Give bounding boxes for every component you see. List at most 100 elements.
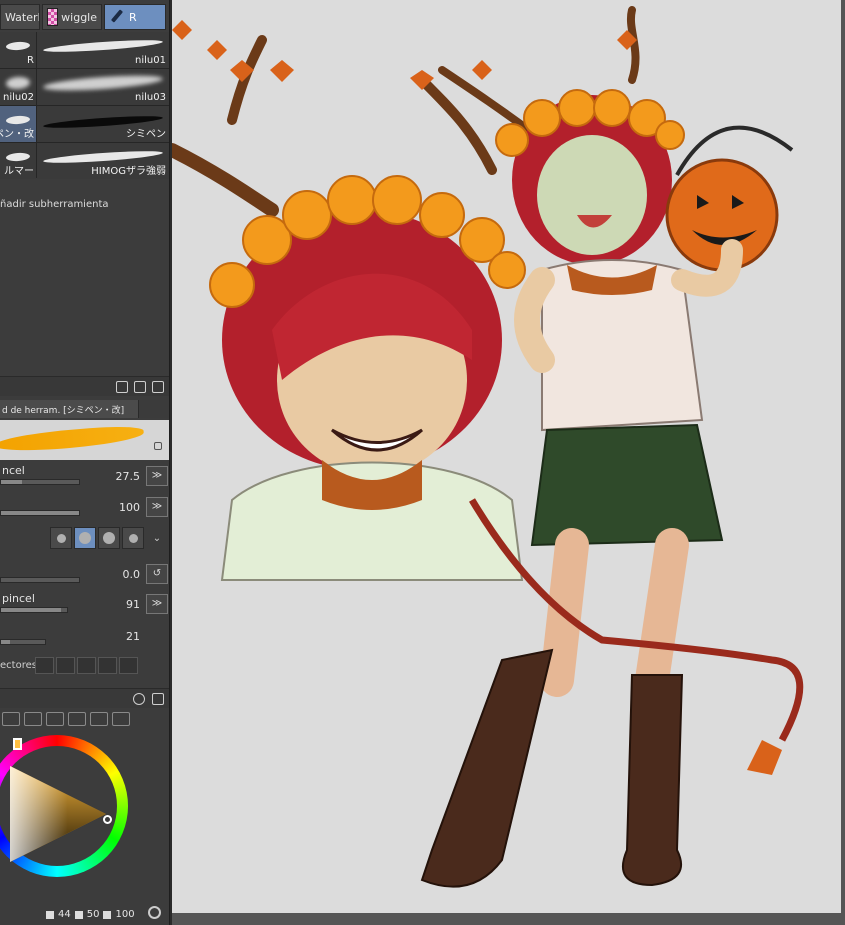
brush-stroke-preview: [42, 72, 164, 94]
angle-slider[interactable]: [0, 577, 80, 583]
hard-tip-button[interactable]: [50, 527, 72, 549]
slider-fill: [1, 608, 62, 612]
add-subtool-link[interactable]: ñadir subherramienta: [0, 199, 109, 210]
pressure-toggle[interactable]: ≫: [146, 594, 168, 614]
intermediate-color-tab-icon[interactable]: [68, 712, 86, 726]
duplicate-icon[interactable]: [134, 380, 146, 393]
brush-item[interactable]: シミペン: [37, 106, 169, 142]
figure-left-arm: [514, 267, 555, 373]
brush-label: nilu03: [135, 92, 166, 103]
density-slider[interactable]: [0, 607, 68, 613]
shape-dot-icon: [79, 532, 91, 544]
brush-stroke-preview: [5, 115, 31, 125]
opacity-value[interactable]: 100: [119, 501, 140, 514]
subtool-tabs: WaterF wiggle R: [0, 4, 169, 30]
tool-property-tab[interactable]: d de herram. [シミペン・改]: [0, 400, 138, 418]
brush-label: シミペン: [126, 129, 166, 140]
opacity-slider[interactable]: [0, 510, 80, 516]
tool-property-footer: [0, 688, 169, 708]
artwork: [172, 6, 804, 888]
stabilization-row: 21: [0, 622, 169, 650]
angle-dynamics-button[interactable]: ↺: [146, 564, 168, 584]
brush-label: ペン・改: [0, 129, 34, 140]
stabilization-slider[interactable]: [0, 639, 46, 645]
hue-value: 44: [58, 909, 71, 920]
lock-icon[interactable]: [154, 442, 162, 450]
corrector-slot[interactable]: [56, 657, 75, 674]
pressure-toggle[interactable]: ≫: [146, 497, 168, 517]
figure-left-boot: [420, 648, 554, 888]
clip-studio-window: WaterF wiggle R R nilu01 nilu02 nilu03 ン…: [0, 0, 845, 925]
figure-face: [537, 135, 647, 255]
brush-item[interactable]: nilu03: [37, 69, 169, 105]
brush-item[interactable]: ルマー: [0, 143, 36, 179]
brush-item[interactable]: nilu02: [0, 69, 36, 105]
angle-value[interactable]: 0.0: [123, 568, 141, 581]
chevron-down-icon[interactable]: ⌄: [146, 527, 168, 549]
brush-label: ルマー: [4, 166, 34, 177]
wrench-icon[interactable]: [152, 693, 164, 705]
shape-dot-icon: [103, 532, 115, 544]
color-set-tab-icon[interactable]: [46, 712, 64, 726]
brush-size-slider[interactable]: [0, 479, 80, 485]
color-picker-handle[interactable]: [103, 815, 112, 824]
density-label: pincel: [2, 592, 35, 605]
subtool-tab-wiggle[interactable]: wiggle: [42, 4, 102, 30]
brush-item[interactable]: HIMOGザラ強弱: [37, 143, 169, 179]
canvas-frame-bottom: [172, 913, 845, 925]
corrector-slot[interactable]: [119, 657, 138, 674]
brush-size-value[interactable]: 27.5: [116, 470, 141, 483]
stabilization-value[interactable]: 21: [126, 630, 140, 643]
brush-label: HIMOGザラ強弱: [91, 166, 166, 177]
opacity-row: 100 ≫: [0, 493, 169, 521]
brush-item[interactable]: R: [0, 32, 36, 68]
hsv-readout: 44 50 100: [46, 909, 135, 920]
settings-icon[interactable]: [133, 693, 145, 705]
approx-color-tab-icon[interactable]: [90, 712, 108, 726]
subtool-tab-r[interactable]: R: [104, 4, 166, 30]
brush-item[interactable]: nilu01: [37, 32, 169, 68]
subtool-tab-label: WaterF: [5, 10, 40, 24]
soft-tip-button[interactable]: [98, 527, 120, 549]
shape-dot-icon: [56, 533, 66, 543]
texture-icon: [47, 8, 59, 26]
subtool-panel-footer: [0, 376, 169, 396]
color-slider-tab-icon[interactable]: [24, 712, 42, 726]
brush-item-selected[interactable]: ペン・改: [0, 106, 36, 142]
tool-property-tab-alt[interactable]: [138, 400, 169, 418]
pressure-toggle[interactable]: ≫: [146, 466, 168, 486]
brush-label: R: [27, 55, 34, 66]
color-history-tab-icon[interactable]: [112, 712, 130, 726]
color-wheel-tab-icon[interactable]: [2, 712, 20, 726]
color-mode-icon[interactable]: [148, 906, 161, 919]
brush-stroke-preview: [5, 152, 31, 162]
angle-row: 0.0 ↺: [0, 560, 169, 588]
corrector-slot[interactable]: [35, 657, 54, 674]
brush-stroke-preview: [5, 41, 31, 51]
saturation-icon: [74, 910, 83, 919]
color-panel-tabs: [0, 712, 169, 730]
brush-list: R nilu01 nilu02 nilu03 ペン・改 シミペン: [0, 32, 169, 179]
preview-stroke: [0, 423, 145, 455]
figure-right-leg: [635, 528, 689, 697]
brush-preview: [0, 420, 169, 460]
density-value[interactable]: 91: [126, 598, 140, 611]
brush-stroke-preview: [5, 76, 31, 90]
hue-handle[interactable]: [13, 738, 22, 750]
corrector-slot[interactable]: [98, 657, 117, 674]
blur-tip-button[interactable]: [122, 527, 144, 549]
density-row: pincel 91 ≫: [0, 590, 169, 618]
corrector-slot[interactable]: [77, 657, 96, 674]
brush-label: nilu02: [3, 92, 34, 103]
left-panel: WaterF wiggle R R nilu01 nilu02 nilu03 ン…: [0, 0, 170, 925]
hue-icon: [46, 910, 54, 919]
figure-skirt: [530, 423, 724, 547]
import-icon[interactable]: [116, 380, 128, 393]
slider-fill: [1, 511, 79, 515]
round-tip-button[interactable]: [74, 527, 96, 549]
canvas-frame-right: [841, 0, 845, 925]
drawing-canvas[interactable]: [172, 0, 841, 913]
pen-icon: [109, 9, 125, 25]
trash-icon[interactable]: [152, 380, 164, 393]
subtool-tab-waterf[interactable]: WaterF: [0, 4, 40, 30]
